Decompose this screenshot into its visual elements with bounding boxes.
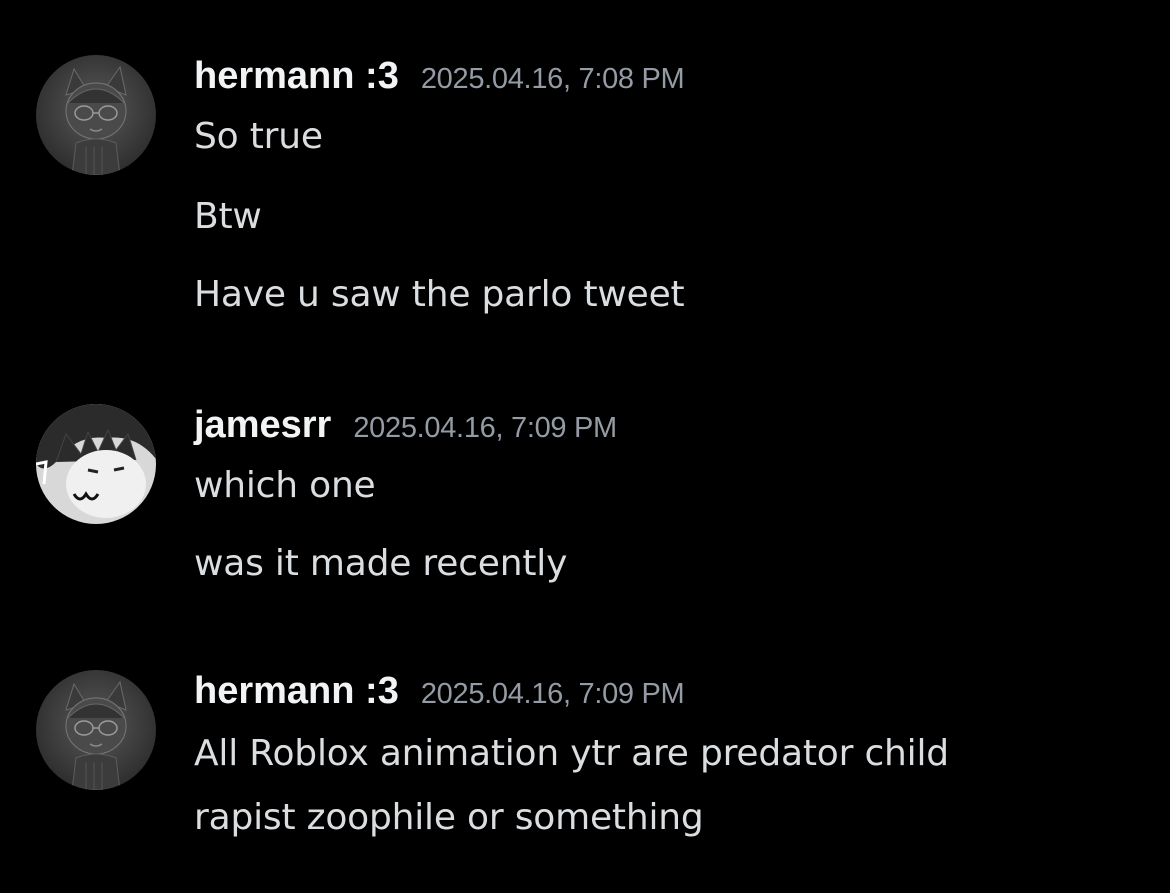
user-avatar[interactable] — [36, 670, 156, 790]
user-avatar[interactable] — [36, 55, 156, 175]
grayscale-anime-avatar-icon — [36, 670, 156, 790]
username[interactable]: hermann :3 — [194, 55, 399, 97]
message-text: was it made recently — [194, 543, 568, 584]
message-header: hermann :3 2025.04.16, 7:08 PM — [194, 55, 685, 103]
message-text: So true — [194, 116, 323, 157]
message-text: which one — [194, 465, 376, 506]
message-text: Have u saw the parlo tweet — [194, 274, 685, 315]
roblox-character-avatar-icon — [36, 404, 156, 524]
message-text: Btw — [194, 196, 262, 237]
grayscale-anime-avatar-icon — [36, 55, 156, 175]
timestamp: 2025.04.16, 7:08 PM — [420, 63, 685, 95]
message-header: hermann :3 2025.04.16, 7:09 PM — [194, 670, 685, 718]
timestamp: 2025.04.16, 7:09 PM — [420, 678, 685, 710]
timestamp: 2025.04.16, 7:09 PM — [353, 412, 617, 444]
message-text: All Roblox animation ytr are predator ch… — [194, 733, 949, 774]
username[interactable]: hermann :3 — [194, 670, 399, 712]
message-text: rapist zoophile or something — [194, 797, 704, 838]
user-avatar[interactable] — [36, 404, 156, 524]
username[interactable]: jamesrr — [194, 404, 331, 446]
message-header: jamesrr 2025.04.16, 7:09 PM — [194, 404, 617, 452]
